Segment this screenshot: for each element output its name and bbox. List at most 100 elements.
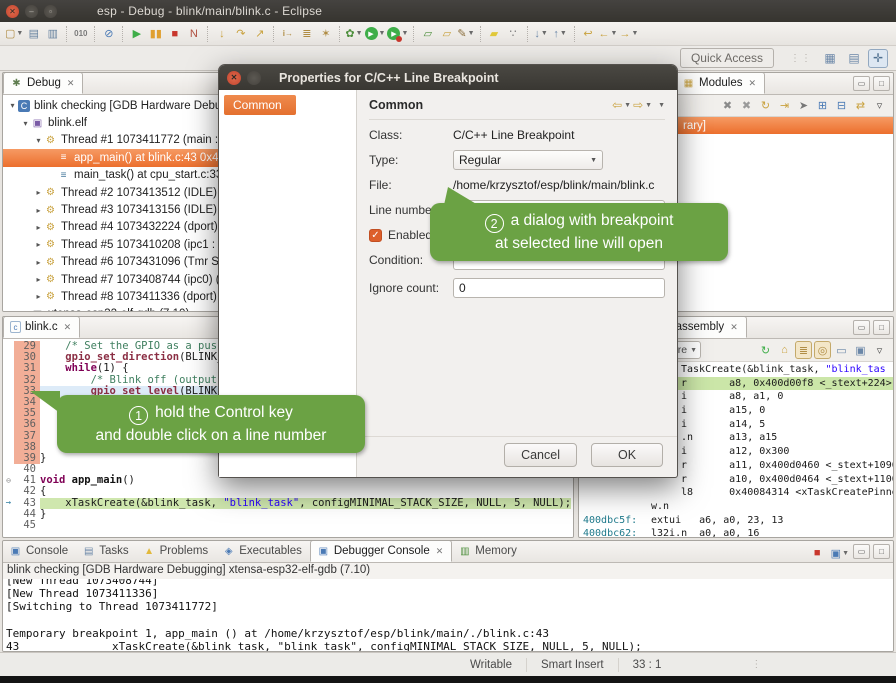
refresh-view-icon[interactable]: ↻ <box>757 341 774 359</box>
chevron-down-icon[interactable]: ▼ <box>842 550 849 557</box>
dialog-menu-button[interactable] <box>247 71 261 85</box>
chevron-down-icon[interactable]: ▼ <box>468 30 475 37</box>
window-close-button[interactable]: ✕ <box>6 5 19 18</box>
forward-icon[interactable]: ⇨ <box>633 98 643 112</box>
expand-all-icon[interactable]: ⊞ <box>814 97 831 115</box>
tree-expander-icon[interactable]: ▾ <box>7 101 18 110</box>
select-pointer-icon[interactable]: ➤ <box>795 97 812 115</box>
chevron-down-icon[interactable]: ▼ <box>631 30 638 37</box>
maximize-icon[interactable]: □ <box>873 544 890 559</box>
next-annotation-icon[interactable]: ↓▼ <box>533 25 550 43</box>
tree-expander-icon[interactable]: ▸ <box>33 223 44 232</box>
close-icon[interactable]: ✕ <box>436 546 444 557</box>
quick-access-button[interactable]: Quick Access <box>680 48 774 68</box>
tree-expander-icon[interactable]: ▸ <box>33 258 44 267</box>
maximize-icon[interactable]: □ <box>873 320 890 335</box>
line-number[interactable]: 31 <box>14 363 40 374</box>
cpp-perspective-icon[interactable]: ▤ <box>844 49 864 68</box>
home-icon[interactable]: ⌂ <box>776 341 793 359</box>
last-edit-location-icon[interactable]: ↩ <box>580 25 597 43</box>
chevron-down-icon[interactable]: ▼ <box>690 347 697 354</box>
tree-expander-icon[interactable]: ▸ <box>33 188 44 197</box>
close-icon[interactable]: ✕ <box>67 78 75 89</box>
save-icon[interactable]: ▤ <box>25 25 42 43</box>
collapse-all-icon[interactable]: ⊟ <box>833 97 850 115</box>
debug-icon[interactable]: ✿▼ <box>345 25 362 43</box>
chevron-down-icon[interactable]: ▼ <box>401 30 408 37</box>
chevron-down-icon[interactable]: ▼ <box>379 30 386 37</box>
previous-annotation-icon[interactable]: ↑▼ <box>552 25 569 43</box>
chevron-down-icon[interactable]: ▼ <box>560 30 567 37</box>
terminate-console-icon[interactable]: ■ <box>809 544 826 562</box>
reload-symbols-icon[interactable]: ↻ <box>757 97 774 115</box>
profile-icon[interactable]: ∵ <box>505 25 522 43</box>
save-all-icon[interactable]: ▥ <box>44 25 61 43</box>
open-perspective-icon[interactable]: ▦ <box>820 49 840 68</box>
dialog-close-button[interactable]: ✕ <box>227 71 241 85</box>
pin-view-icon[interactable]: ▣ <box>852 341 869 359</box>
terminate-icon[interactable]: ■ <box>166 25 183 43</box>
close-icon[interactable]: ✕ <box>730 322 738 333</box>
tab-memory[interactable]: ▥Memory <box>452 540 525 562</box>
close-icon[interactable]: ✕ <box>748 78 756 89</box>
type-select[interactable]: Regular ▼ <box>453 150 603 170</box>
disconnect-icon[interactable]: N <box>185 25 202 43</box>
chevron-down-icon[interactable]: ▼ <box>645 102 652 109</box>
tree-expander-icon[interactable]: ▸ <box>33 240 44 249</box>
tree-expander-icon[interactable]: ▸ <box>33 292 44 301</box>
minimize-icon[interactable]: ▭ <box>853 320 870 335</box>
tab-blink-c[interactable]: c blink.c ✕ <box>3 316 80 338</box>
step-filters-icon[interactable]: ✶ <box>317 25 334 43</box>
tab-problems[interactable]: ▲Problems <box>137 540 217 562</box>
ignore-count-input[interactable]: 0 <box>453 278 665 298</box>
console-output[interactable]: [New Thread 1073408744][New Thread 10734… <box>3 579 893 651</box>
external-tools-icon[interactable]: ▶▼ <box>387 25 408 43</box>
instruction-stepping-icon[interactable]: i→ <box>279 25 296 43</box>
tree-expander-icon[interactable]: ▸ <box>33 206 44 215</box>
suspend-icon[interactable]: ▮▮ <box>147 25 164 43</box>
chevron-down-icon[interactable]: ▼ <box>611 30 618 37</box>
tree-expander-icon[interactable]: ▾ <box>20 119 31 128</box>
new-wizard-icon[interactable]: ▢▼ <box>5 25 23 43</box>
line-number[interactable]: 37 <box>14 431 40 442</box>
ok-button[interactable]: OK <box>591 443 663 467</box>
mark-occurrences-icon[interactable]: ▰ <box>486 25 503 43</box>
tab-debug[interactable]: ✱ Debug ✕ <box>3 72 83 94</box>
enabled-checkbox[interactable]: ✓ <box>369 229 382 242</box>
tab-modules[interactable]: ▦ Modules ✕ <box>675 72 765 94</box>
tab-console[interactable]: ▣Console <box>3 540 76 562</box>
view-menu-icon[interactable]: ▿ <box>871 97 888 115</box>
window-minimize-button[interactable]: – <box>25 5 38 18</box>
dialog-sidebar-item-common[interactable]: Common <box>224 95 296 115</box>
close-icon[interactable]: ✕ <box>64 322 72 333</box>
link-with-debug-icon[interactable]: ⇄ <box>852 97 869 115</box>
open-new-view-icon[interactable]: ▭ <box>833 341 850 359</box>
chevron-down-icon[interactable]: ▼ <box>541 30 548 37</box>
window-maximize-button[interactable]: ▫ <box>44 5 57 18</box>
step-return-icon[interactable]: ↗ <box>251 25 268 43</box>
minimize-icon[interactable]: ▭ <box>853 76 870 91</box>
tab-debugger-console[interactable]: ▣Debugger Console✕ <box>310 540 452 562</box>
tab-executables[interactable]: ◈Executables <box>216 540 310 562</box>
line-number[interactable]: 36 <box>14 419 40 430</box>
chevron-down-icon[interactable]: ▼ <box>624 102 631 109</box>
minimize-icon[interactable]: ▭ <box>853 544 870 559</box>
back-icon[interactable]: ⇦ <box>612 98 622 112</box>
forward-icon[interactable]: →▼ <box>619 25 638 43</box>
line-number[interactable]: 42 <box>14 486 40 497</box>
view-menu-icon[interactable]: ▼ <box>658 102 665 109</box>
sync-selection-icon[interactable]: ◎ <box>814 341 831 359</box>
debug-perspective-icon[interactable]: ✛ <box>868 49 888 68</box>
back-icon[interactable]: ←▼ <box>599 25 618 43</box>
resume-icon[interactable]: ▶ <box>128 25 145 43</box>
open-resource-icon[interactable]: ▱ <box>438 25 455 43</box>
open-task-icon[interactable]: ▱ <box>419 25 436 43</box>
load-symbols-icon[interactable]: ⇥ <box>776 97 793 115</box>
step-over-icon[interactable]: ↷ <box>232 25 249 43</box>
line-number[interactable]: 45 <box>14 520 40 531</box>
display-selected-console-icon[interactable]: ▣▼ <box>831 544 849 562</box>
search-icon[interactable]: ✎▼ <box>457 25 474 43</box>
show-source-toggle-icon[interactable]: ≣ <box>795 341 812 359</box>
skip-all-breakpoints-icon[interactable]: ⊘ <box>100 25 117 43</box>
maximize-icon[interactable]: □ <box>873 76 890 91</box>
